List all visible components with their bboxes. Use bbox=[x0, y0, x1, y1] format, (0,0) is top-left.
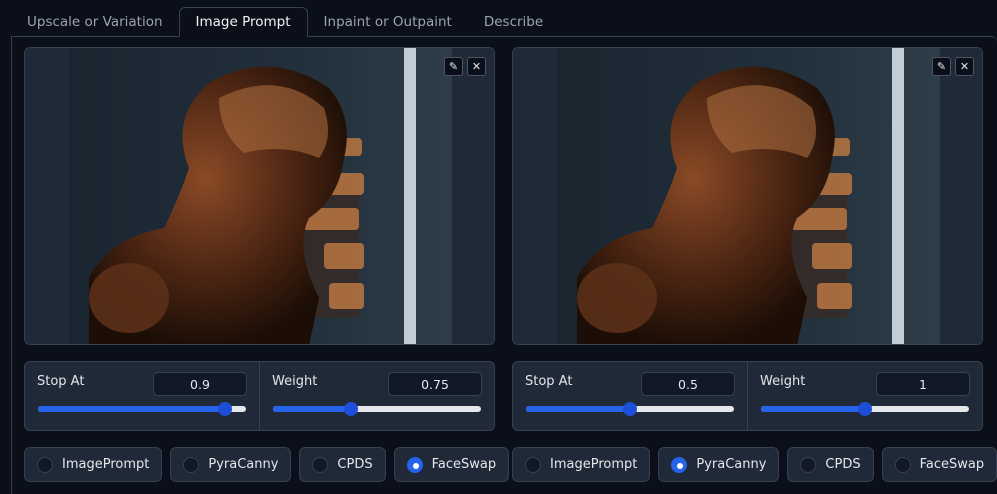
radio-imageprompt[interactable]: ImagePrompt bbox=[24, 447, 163, 482]
image-actions: ✎ ✕ bbox=[932, 57, 974, 76]
weight-slider: Weight 0.75 bbox=[259, 362, 494, 430]
radio-button[interactable] bbox=[183, 456, 200, 473]
slider-thumb[interactable] bbox=[218, 402, 233, 416]
slider-thumb[interactable] bbox=[858, 402, 872, 416]
slider-fill bbox=[761, 406, 865, 412]
type-radio-group-2: ImagePrompt PyraCanny CPDS FaceSwap bbox=[512, 447, 997, 482]
slider-track[interactable] bbox=[526, 402, 734, 416]
radio-button[interactable] bbox=[800, 456, 817, 473]
slider-label: Weight bbox=[760, 374, 806, 389]
image-actions: ✎ ✕ bbox=[444, 57, 486, 76]
slider-thumb[interactable] bbox=[623, 402, 637, 416]
type-radio-group-1: ImagePrompt PyraCanny CPDS FaceSwap bbox=[24, 447, 510, 482]
slider-track[interactable] bbox=[38, 402, 246, 416]
stop-at-input[interactable]: 0.9 bbox=[153, 372, 247, 396]
radio-label: FaceSwap bbox=[919, 457, 985, 472]
slider-row-2: Stop At 0.5 Weight 1 bbox=[512, 361, 983, 431]
radio-label: CPDS bbox=[337, 457, 373, 472]
stop-at-slider: Stop At 0.5 bbox=[513, 362, 747, 430]
close-icon[interactable]: ✕ bbox=[955, 57, 974, 76]
pencil-icon[interactable]: ✎ bbox=[932, 57, 951, 76]
slider-label: Stop At bbox=[37, 374, 85, 389]
slider-fill bbox=[526, 406, 630, 412]
radio-button[interactable] bbox=[406, 456, 423, 473]
slider-thumb[interactable] bbox=[344, 402, 358, 416]
radio-label: ImagePrompt bbox=[550, 457, 638, 472]
radio-cpds[interactable]: CPDS bbox=[787, 447, 874, 482]
radio-pyracanny[interactable]: PyraCanny bbox=[170, 447, 292, 482]
slider-label: Weight bbox=[272, 374, 318, 389]
weight-slider: Weight 1 bbox=[747, 362, 982, 430]
uploaded-image bbox=[69, 48, 452, 344]
weight-input[interactable]: 0.75 bbox=[388, 372, 482, 396]
slider-track[interactable] bbox=[273, 402, 481, 416]
stop-at-input[interactable]: 0.5 bbox=[641, 372, 735, 396]
weight-input[interactable]: 1 bbox=[876, 372, 970, 396]
stop-at-slider: Stop At 0.9 bbox=[25, 362, 259, 430]
radio-imageprompt[interactable]: ImagePrompt bbox=[512, 447, 651, 482]
close-icon[interactable]: ✕ bbox=[467, 57, 486, 76]
radio-button[interactable] bbox=[312, 456, 329, 473]
radio-faceswap[interactable]: FaceSwap bbox=[393, 447, 510, 482]
tab-bar: Upscale or Variation Image Prompt Inpain… bbox=[11, 7, 559, 37]
radio-label: PyraCanny bbox=[696, 457, 767, 472]
radio-button[interactable] bbox=[894, 456, 911, 473]
pencil-icon[interactable]: ✎ bbox=[444, 57, 463, 76]
radio-label: ImagePrompt bbox=[62, 457, 150, 472]
radio-label: CPDS bbox=[825, 457, 861, 472]
radio-button[interactable] bbox=[37, 456, 53, 473]
radio-pyracanny[interactable]: PyraCanny bbox=[658, 447, 780, 482]
slider-fill bbox=[38, 406, 226, 412]
image-upload-2[interactable]: ✎ ✕ bbox=[512, 47, 983, 345]
radio-cpds[interactable]: CPDS bbox=[299, 447, 386, 482]
tab-image-prompt[interactable]: Image Prompt bbox=[178, 7, 308, 37]
radio-faceswap[interactable]: FaceSwap bbox=[881, 447, 997, 482]
slider-row-1: Stop At 0.9 Weight 0.75 bbox=[24, 361, 495, 431]
radio-button[interactable] bbox=[525, 456, 541, 473]
slider-track[interactable] bbox=[761, 402, 969, 416]
image-upload-1[interactable]: ✎ ✕ bbox=[24, 47, 495, 345]
radio-button[interactable] bbox=[671, 456, 688, 473]
uploaded-image bbox=[557, 48, 940, 344]
slider-fill bbox=[273, 406, 351, 412]
radio-label: FaceSwap bbox=[431, 457, 497, 472]
tab-inpaint-or-outpaint[interactable]: Inpaint or Outpaint bbox=[308, 7, 468, 37]
tab-describe[interactable]: Describe bbox=[468, 7, 559, 37]
tab-upscale-or-variation[interactable]: Upscale or Variation bbox=[11, 7, 179, 37]
slider-label: Stop At bbox=[525, 374, 573, 389]
radio-label: PyraCanny bbox=[208, 457, 279, 472]
